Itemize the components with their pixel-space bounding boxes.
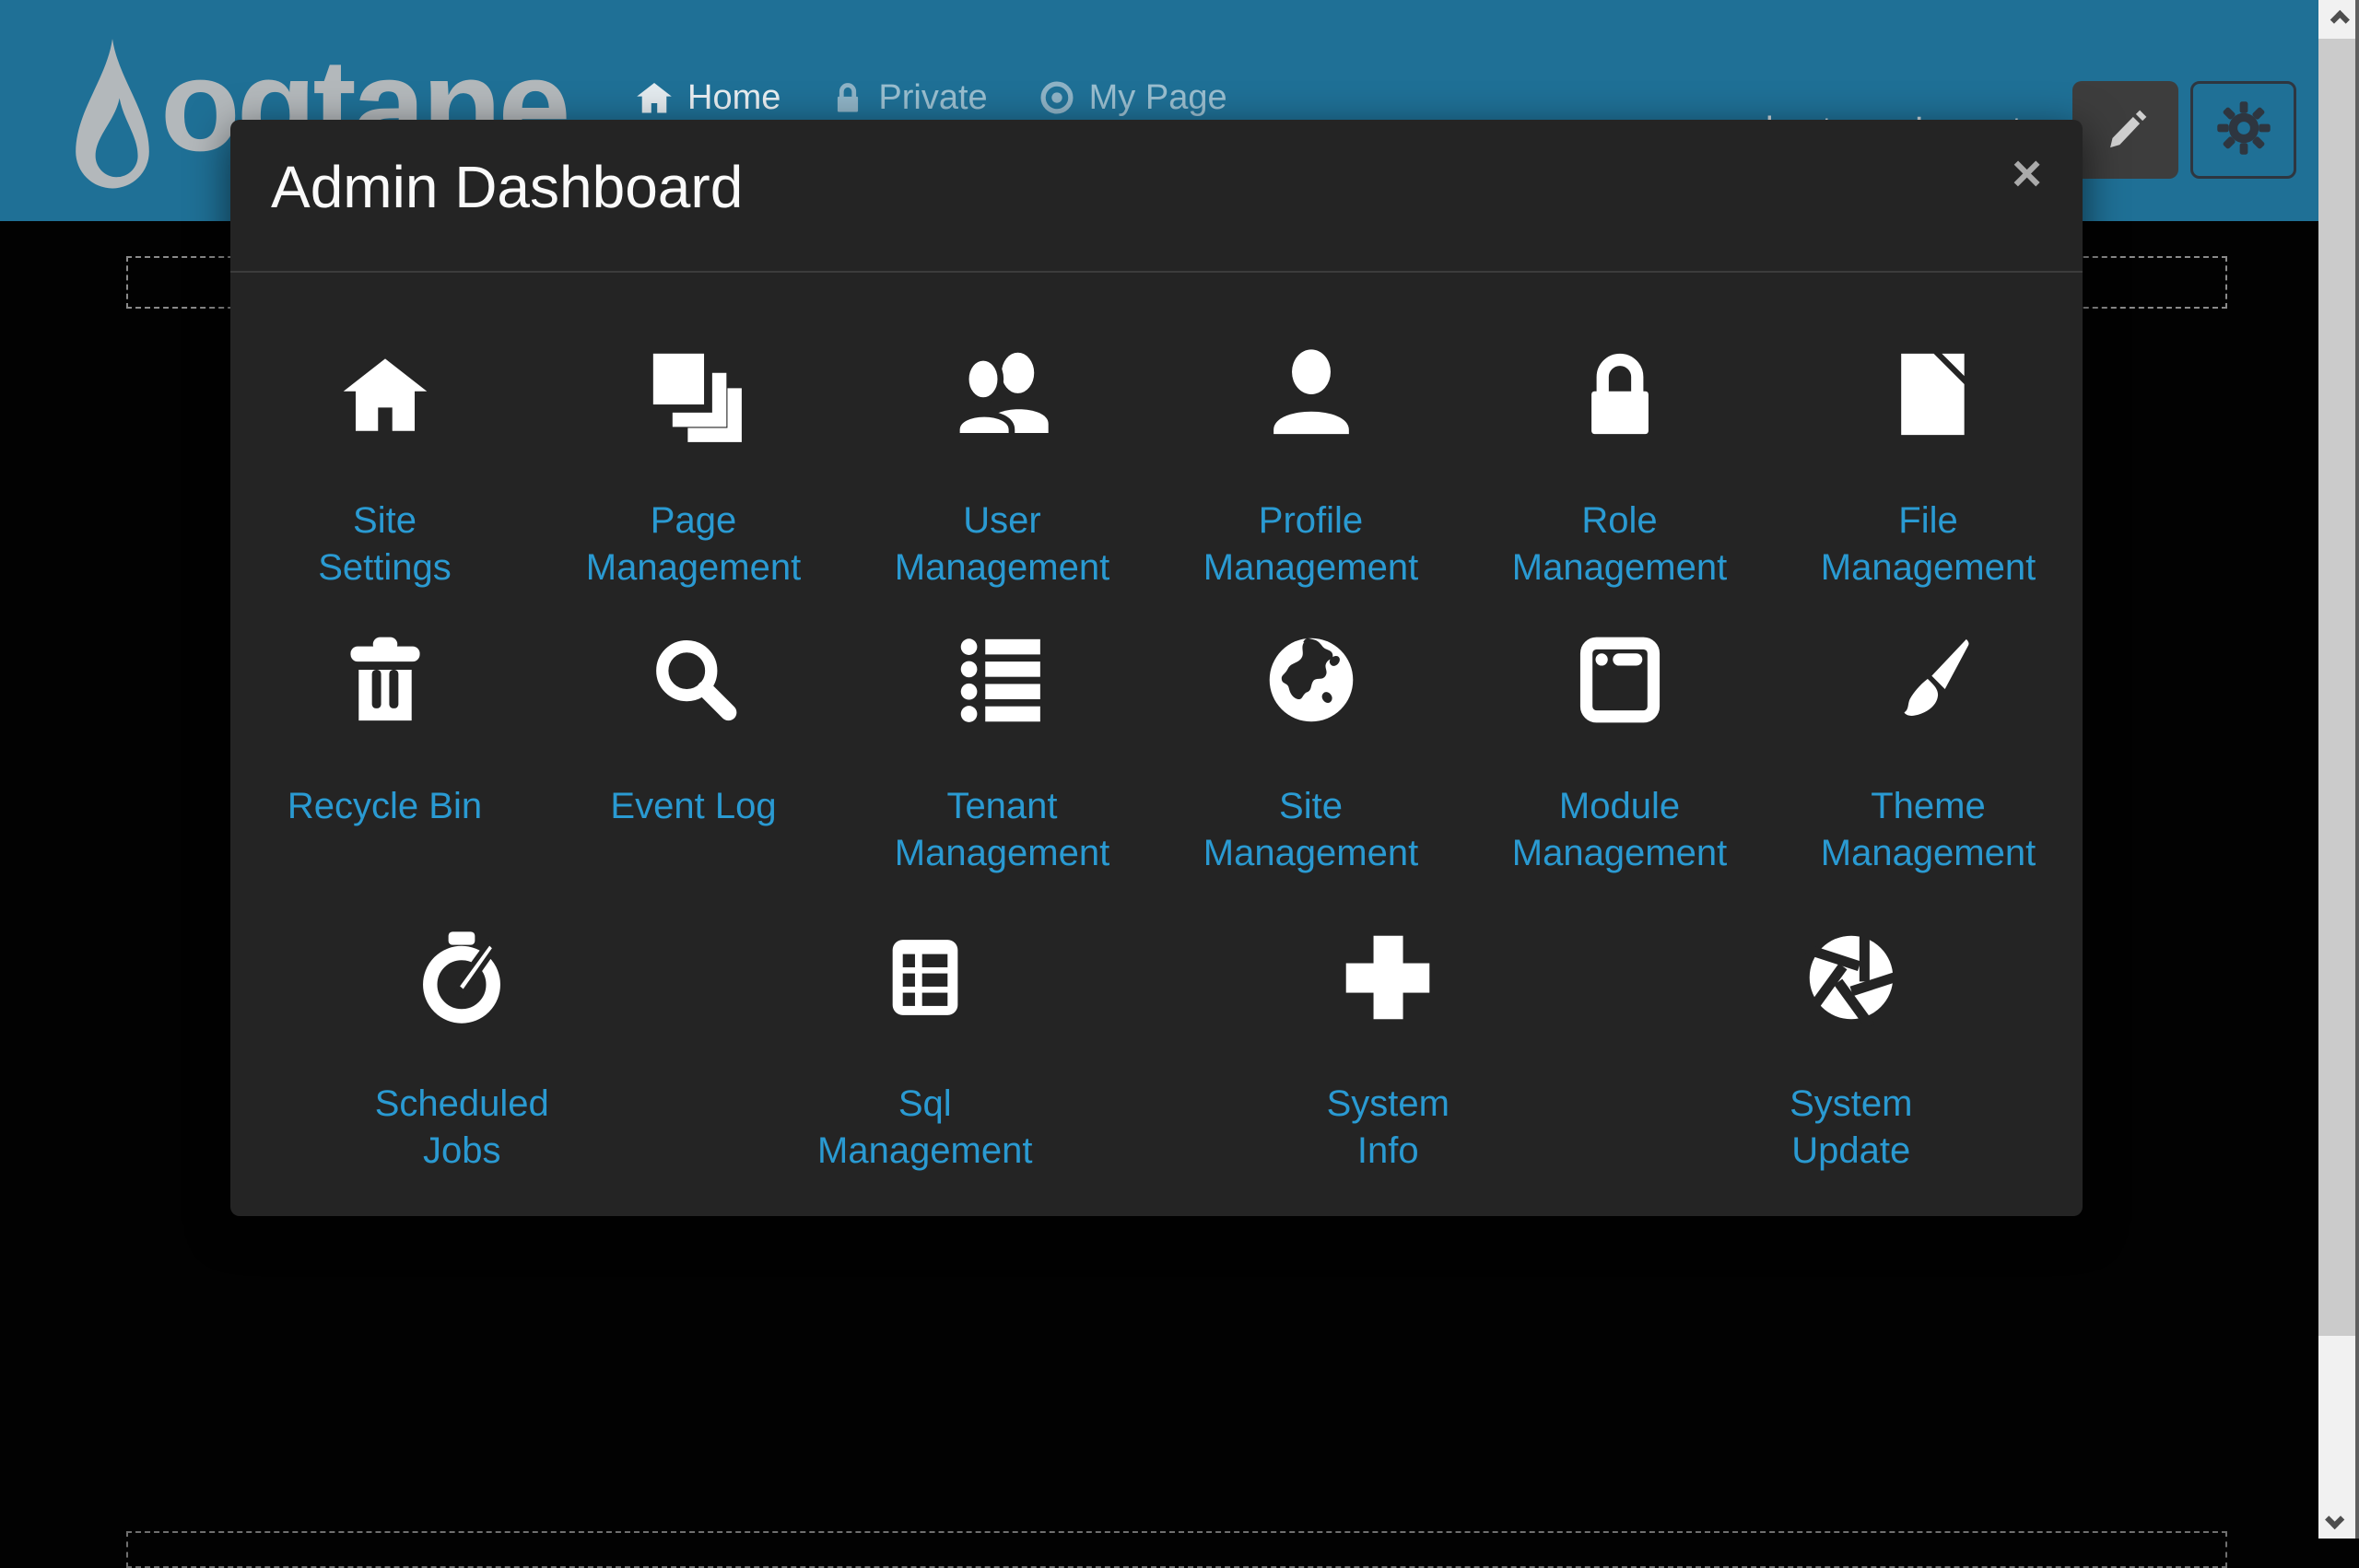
sql-table-icon <box>876 928 974 1027</box>
nav-item-label: Home <box>687 78 780 118</box>
tile-row-2: Recycle Bin Event Log <box>230 630 2083 877</box>
trash-icon <box>336 630 434 730</box>
tile-label: ThemeManagement <box>1821 783 2036 877</box>
close-icon[interactable]: × <box>2012 147 2042 199</box>
vertical-scrollbar[interactable] <box>2318 0 2359 1539</box>
modal-body: SiteSettings PageManagement <box>230 273 2083 1175</box>
person-icon <box>1262 345 1360 444</box>
tile-theme-management[interactable]: ThemeManagement <box>1774 630 2083 877</box>
nav-item-my-page[interactable]: My Page <box>1038 78 1227 118</box>
plus-icon <box>1339 928 1437 1027</box>
tile-scheduled-jobs[interactable]: ScheduledJobs <box>230 928 694 1175</box>
tile-label: ModuleManagement <box>1512 783 1727 877</box>
globe-icon <box>1262 630 1360 730</box>
admin-dashboard-modal: Admin Dashboard × SiteSettings <box>230 120 2083 1216</box>
tile-row-1: SiteSettings PageManagement <box>230 345 2083 591</box>
tile-label: FileManagement <box>1821 497 2036 591</box>
tile-event-log[interactable]: Event Log <box>539 630 848 877</box>
pencil-icon <box>2099 101 2153 159</box>
scroll-up-button[interactable] <box>2318 0 2355 39</box>
pages-icon <box>645 345 743 444</box>
tile-label: SystemUpdate <box>1790 1081 1912 1175</box>
module-window-icon <box>1571 630 1669 730</box>
nav-item-private[interactable]: Private <box>830 78 987 118</box>
tile-row-3: ScheduledJobs SqlManagement <box>230 928 2083 1175</box>
tile-label: TenantManagement <box>895 783 1109 877</box>
scrollbar-thumb[interactable] <box>2318 39 2355 1336</box>
tile-site-settings[interactable]: SiteSettings <box>230 345 539 591</box>
tile-page-management[interactable]: PageManagement <box>539 345 848 591</box>
aperture-icon <box>1802 928 1900 1027</box>
tile-label: SiteManagement <box>1203 783 1418 877</box>
tile-label: SqlManagement <box>817 1081 1032 1175</box>
file-icon <box>1880 345 1978 444</box>
tile-profile-management[interactable]: ProfileManagement <box>1156 345 1465 591</box>
tile-label: SiteSettings <box>318 497 452 591</box>
list-icon <box>954 630 1051 730</box>
users-icon <box>954 345 1051 444</box>
tile-label: Event Log <box>610 783 776 830</box>
target-icon <box>1038 78 1076 117</box>
tile-label: RoleManagement <box>1512 497 1727 591</box>
tile-system-update[interactable]: SystemUpdate <box>1620 928 2083 1175</box>
home-icon <box>336 345 434 444</box>
empty-pane-placeholder-bottom <box>126 1531 2227 1568</box>
oqtane-drop-logo-icon <box>70 33 155 218</box>
scroll-down-button[interactable] <box>2318 1500 2355 1539</box>
tile-system-info[interactable]: SystemInfo <box>1156 928 1620 1175</box>
tile-label: ProfileManagement <box>1203 497 1418 591</box>
modal-header: Admin Dashboard × <box>230 120 2083 273</box>
tile-role-management[interactable]: RoleManagement <box>1465 345 1774 591</box>
tile-label: PageManagement <box>586 497 801 591</box>
tile-label: Recycle Bin <box>288 783 482 830</box>
tile-file-management[interactable]: FileManagement <box>1774 345 2083 591</box>
tile-recycle-bin[interactable]: Recycle Bin <box>230 630 539 877</box>
main-nav: Home Private My Page <box>634 77 1227 118</box>
tile-label: UserManagement <box>895 497 1109 591</box>
tile-label: ScheduledJobs <box>375 1081 549 1175</box>
tile-module-management[interactable]: ModuleManagement <box>1465 630 1774 877</box>
modal-title: Admin Dashboard <box>271 153 743 221</box>
nav-item-label: Private <box>878 78 987 118</box>
page-settings-button[interactable] <box>2190 81 2296 179</box>
tile-site-management[interactable]: SiteManagement <box>1156 630 1465 877</box>
timer-icon <box>413 928 511 1027</box>
tile-label: SystemInfo <box>1327 1081 1449 1175</box>
chevron-down-icon <box>2325 1509 2344 1528</box>
lock-icon <box>830 80 865 115</box>
edit-mode-button[interactable] <box>2072 81 2178 179</box>
tile-user-management[interactable]: UserManagement <box>848 345 1156 591</box>
gear-icon <box>2216 100 2271 160</box>
lock-icon <box>1571 345 1669 444</box>
search-icon <box>645 630 743 730</box>
tile-tenant-management[interactable]: TenantManagement <box>848 630 1156 877</box>
brush-icon <box>1880 630 1978 730</box>
nav-item-home[interactable]: Home <box>634 77 780 118</box>
tile-sql-management[interactable]: SqlManagement <box>694 928 1157 1175</box>
chevron-up-icon <box>2330 9 2349 29</box>
nav-item-label: My Page <box>1089 78 1227 118</box>
home-icon <box>634 77 675 118</box>
